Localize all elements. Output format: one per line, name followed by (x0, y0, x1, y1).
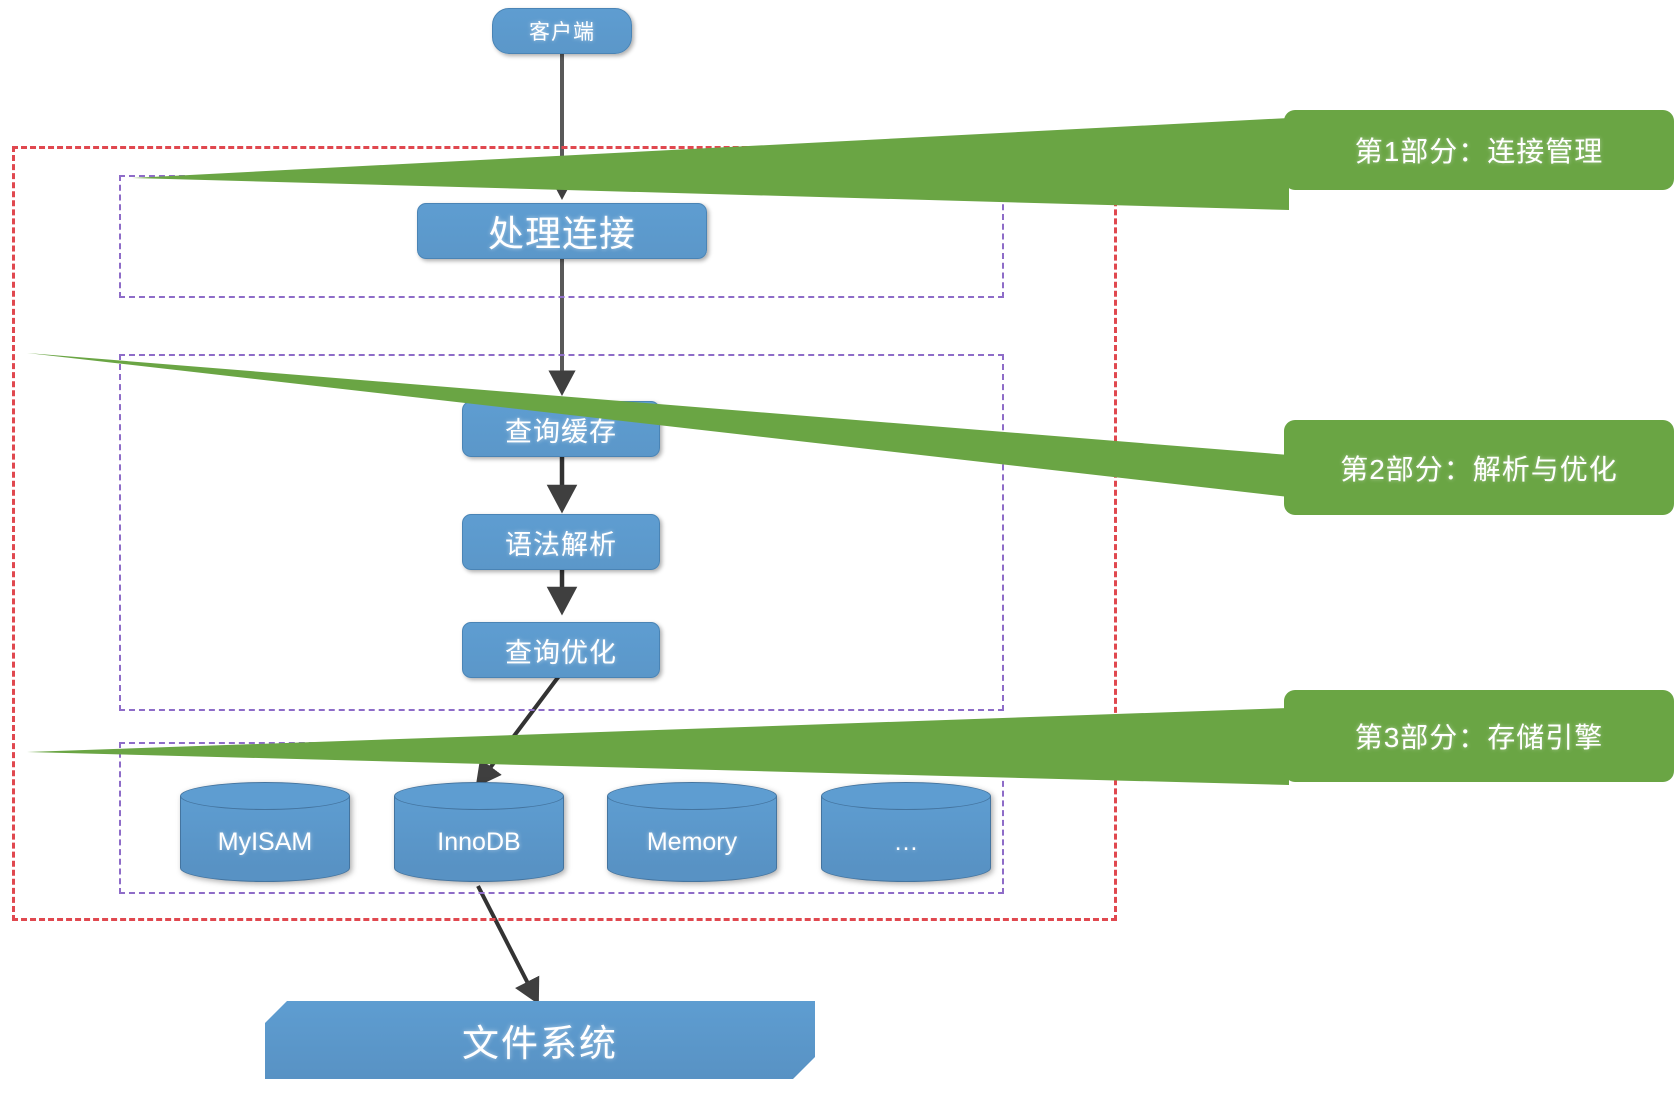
diagram-canvas: 客户端 处理连接 查询缓存 语法解析 查询优化 MyISAM InnoDB Me… (0, 0, 1678, 1113)
callout-part-3[interactable]: 第3部分：存储引擎 (27, 690, 1674, 785)
node-query-optimize[interactable]: 查询优化 (462, 622, 660, 678)
callout-part-1[interactable]: 第1部分：连接管理 (132, 110, 1674, 210)
callout-part-3-pointer (19, 690, 1289, 830)
node-syntax-parse-label: 语法解析 (505, 529, 617, 560)
callout-part-2-label: 第2部分：解析与优化 (1340, 453, 1618, 485)
node-client[interactable]: 客户端 (492, 8, 632, 54)
callout-part-1-pointer (124, 110, 1289, 235)
node-file-system-label: 文件系统 (462, 1023, 618, 1064)
node-syntax-parse[interactable]: 语法解析 (462, 514, 660, 570)
callout-part-1-body: 第1部分：连接管理 (1284, 110, 1674, 190)
node-query-optimize-label: 查询优化 (505, 637, 617, 668)
callout-part-3-label: 第3部分：存储引擎 (1354, 722, 1604, 753)
callout-part-2-pointer (19, 345, 1289, 520)
callout-part-2[interactable]: 第2部分：解析与优化 (27, 353, 1674, 515)
callout-part-2-body: 第2部分：解析与优化 (1284, 420, 1674, 515)
callout-part-3-body: 第3部分：存储引擎 (1284, 690, 1674, 782)
node-client-label: 客户端 (529, 21, 595, 44)
node-file-system[interactable]: 文件系统 (265, 1001, 815, 1079)
callout-part-1-label: 第1部分：连接管理 (1354, 136, 1604, 167)
